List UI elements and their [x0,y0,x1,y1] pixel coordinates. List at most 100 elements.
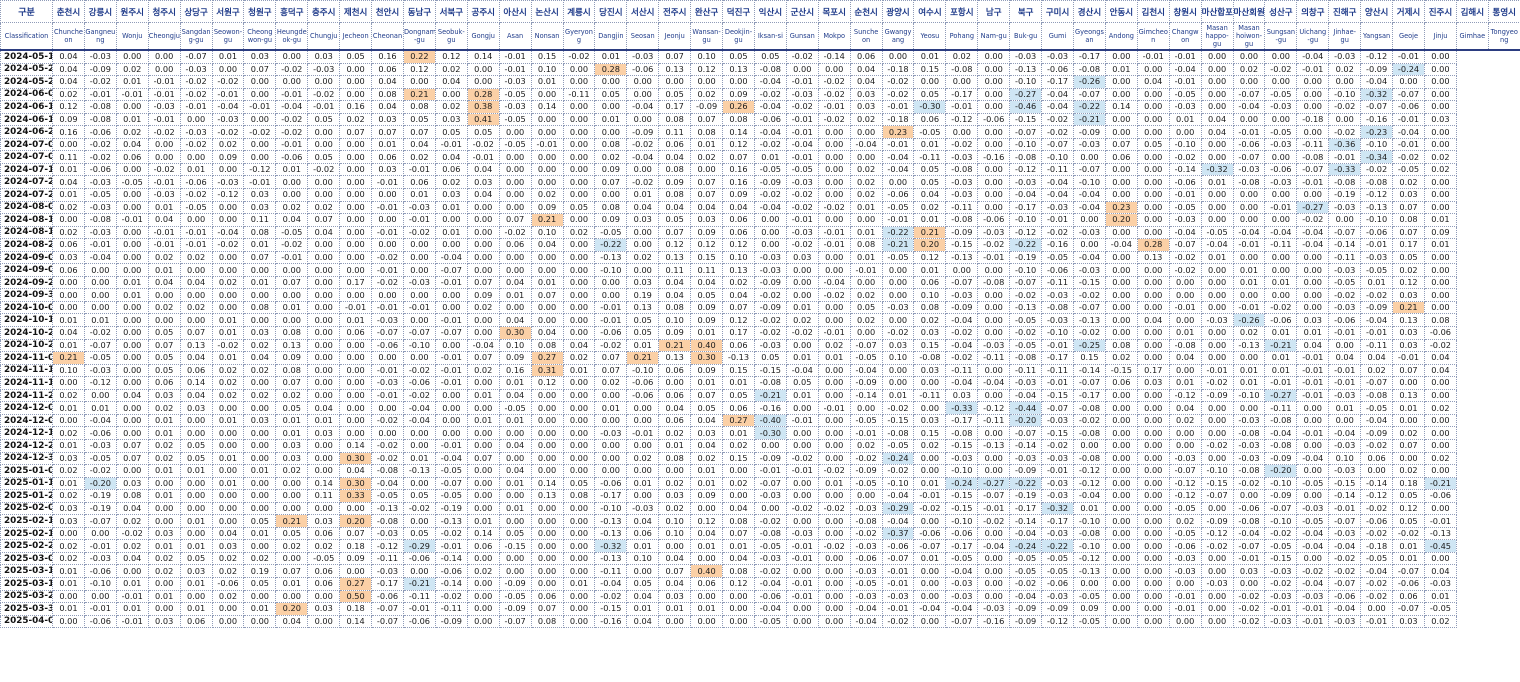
value-cell: 0.07 [243,250,277,265]
value-cell: -0.06 [1360,225,1394,240]
value-cell: -0.17 [1073,388,1106,403]
value-cell: 0.00 [1200,401,1234,415]
value-cell: 0.00 [339,426,373,440]
value-cell: 0.12 [434,49,468,64]
value-cell: 0.08 [849,238,883,252]
value-cell: 0.00 [977,300,1011,315]
row-date: 2024-12-09 [0,413,53,428]
value-cell: -0.03 [83,363,117,378]
value-cell: -0.01 [339,300,373,315]
value-cell: -0.11 [434,602,468,616]
value-cell: 0.02 [913,313,947,328]
value-cell: 0.17 [1392,238,1425,252]
value-cell: 0.00 [817,162,851,177]
value-cell: 0.00 [243,426,277,440]
value-cell: -0.14 [434,576,468,591]
value-cell: -0.07 [753,476,787,491]
value-cell: 0.00 [945,125,979,139]
value-cell: -0.09 [83,62,117,77]
row-date: 2025-03-17 [0,576,53,591]
value-cell: 0.00 [817,413,851,428]
value-cell: 0.03 [275,451,309,466]
value-cell: 0.01 [1392,539,1425,553]
value-cell: 0.00 [52,614,85,629]
table-row: 2024-11-110.10-0.030.000.050.060.020.020… [0,363,1520,378]
value-cell: -0.07 [1041,137,1074,152]
value-cell: 0.05 [179,551,213,566]
value-cell: 0.00 [211,250,245,265]
value-cell: 0.00 [339,263,373,277]
value-cell: 0.00 [1136,401,1170,415]
value-cell: 0.00 [1360,464,1394,478]
value-cell: -0.03 [977,225,1011,240]
value-cell: 0.04 [115,137,149,152]
value-cell: -0.08 [1073,451,1106,466]
header-classification-english: Classification [0,22,53,51]
value-cell: 0.00 [1200,326,1234,340]
value-cell: 0.00 [530,300,564,315]
value-cell: 0.00 [1136,564,1170,578]
value-cell: 0.00 [179,426,213,440]
value-cell: 0.00 [1423,62,1457,77]
value-cell: 0.00 [466,62,500,77]
row-date: 2024-10-14 [0,313,53,328]
header-region-english: Jecheon [339,22,373,51]
value-cell: 0.00 [498,426,532,440]
value-cell: 0.00 [1136,426,1170,440]
value-cell: 0.01 [52,313,85,328]
value-cell: -0.10 [1073,514,1106,528]
header-region-english: Dangjin [594,22,628,51]
value-cell: 0.07 [115,451,149,466]
value-cell: -0.06 [211,576,245,591]
value-cell: -0.01 [1296,376,1330,390]
row-date: 2024-05-20 [0,62,53,77]
value-cell: -0.01 [785,112,819,127]
value-cell: -0.07 [945,614,979,629]
value-cell: -0.01 [1328,363,1362,378]
value-cell: -0.01 [1296,175,1330,189]
value-cell: -0.09 [1073,125,1106,139]
value-cell: 0.02 [147,438,181,453]
value-cell: 0.00 [594,275,628,290]
value-cell: 0.06 [498,238,532,252]
value-cell: 0.00 [1296,87,1330,102]
value-cell: 0.06 [179,614,213,629]
value-cell: 0.01 [275,162,309,177]
value-cell: 0.00 [977,137,1011,152]
value-cell: 0.00 [339,87,373,102]
value-cell: 0.04 [275,614,309,629]
value-cell: 0.00 [913,451,947,466]
value-cell: 0.00 [115,263,149,277]
value-cell: 0.00 [1264,150,1298,164]
value-cell: 0.00 [913,589,947,604]
value-cell: -0.04 [1296,225,1330,240]
value-cell: 0.00 [977,564,1011,578]
value-cell: 0.00 [115,376,149,390]
value-cell: 0.01 [1073,501,1106,516]
value-cell: 0.00 [817,62,851,77]
value-cell: 0.07 [498,213,532,227]
value-cell: -0.01 [402,300,436,315]
value-cell: 0.00 [339,225,373,240]
row-date: 2024-10-21 [0,326,53,340]
value-cell: 0.15 [722,363,755,378]
value-cell: -0.27 [1009,87,1043,102]
value-cell: 0.00 [1136,413,1170,428]
value-cell: -0.01 [1168,300,1202,315]
value-cell: 0.00 [817,589,851,604]
value-cell: -0.02 [1392,526,1425,541]
value-cell: 0.00 [1136,501,1170,516]
value-cell: -0.02 [881,87,915,102]
header-region-korean: 구미시 [1041,0,1074,23]
value-cell: 0.02 [817,338,851,353]
value-cell: -0.15 [1009,112,1043,127]
value-cell: 0.00 [371,426,404,440]
value-cell: -0.04 [626,100,660,114]
value-cell: 0.00 [690,551,724,566]
value-cell: 0.02 [945,49,979,64]
value-cell: -0.19 [1328,188,1362,202]
value-cell: 0.08 [243,300,277,315]
value-cell: 0.03 [371,112,404,127]
value-cell: -0.21 [1264,338,1298,353]
value-cell: -0.03 [1009,376,1043,390]
